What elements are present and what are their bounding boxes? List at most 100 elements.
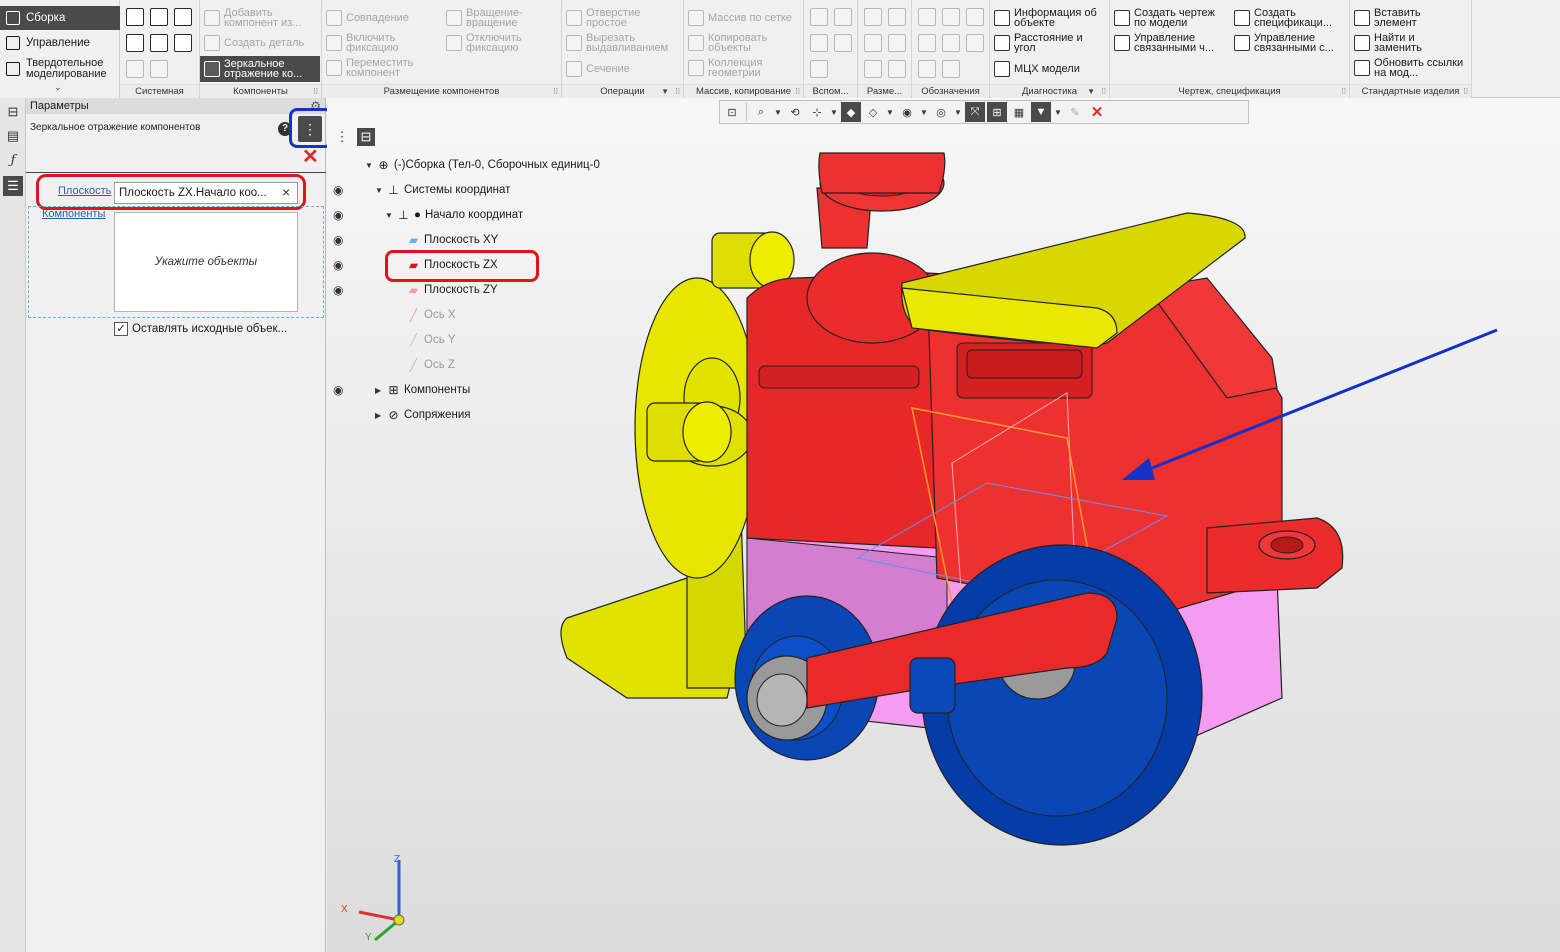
tree-mates[interactable]: ▶ ⊘ Сопряжения	[375, 406, 471, 424]
mark-icon[interactable]	[966, 34, 984, 52]
roughness-icon[interactable]	[918, 8, 936, 26]
disable-fix-button[interactable]: Отключить фиксацию	[446, 33, 558, 53]
visibility-eye-icon[interactable]: ◉	[333, 383, 343, 397]
mode-solid-modeling[interactable]: Твердотельное моделирование	[0, 56, 120, 82]
rotate-view-icon[interactable]: ⟲	[785, 102, 805, 122]
enable-fix-button[interactable]: Включить фиксацию	[326, 33, 438, 53]
add-component-button[interactable]: Добавить компонент из...	[204, 8, 320, 28]
angle-dim-icon[interactable]	[888, 8, 906, 26]
grid-array-button[interactable]: Массив по сетке	[688, 10, 792, 26]
insert-element-button[interactable]: Вставить элемент	[1354, 8, 1470, 28]
mass-properties-button[interactable]: МЦХ модели	[994, 61, 1080, 77]
orientation-dropdown-icon[interactable]: ▼	[829, 102, 839, 122]
zoom-window-icon[interactable]: ⌕	[751, 102, 771, 122]
model-tree-icon[interactable]: ⊟	[3, 102, 23, 122]
plane-label-link[interactable]: Плоскость	[58, 185, 111, 197]
model-viewport[interactable]: Z X Y ⊡ ⌕ ▼ ⟲ ⊹ ▼ ◆ ◇ ▼ ◉ ▼ ◎ ▼ ⤧ ⊞ ▦ ▼ …	[327, 98, 1560, 952]
geometry-collection-button[interactable]: Коллекция геометрии	[688, 58, 800, 78]
preview-icon[interactable]	[150, 34, 168, 52]
visibility-dropdown-icon[interactable]: ▼	[919, 102, 929, 122]
variables-fx-icon[interactable]: ƒ	[3, 150, 23, 170]
update-links-button[interactable]: Обновить ссылки на мод...	[1354, 58, 1472, 78]
manage-linked-spec-button[interactable]: Управление связанными с...	[1234, 33, 1348, 53]
position-icon[interactable]	[942, 34, 960, 52]
keep-originals-checkbox[interactable]: ✓ Оставлять исходные объек...	[114, 322, 287, 336]
weld-icon[interactable]	[918, 60, 936, 78]
tree-coord-systems[interactable]: ▼ ⊥ Системы координат	[375, 181, 510, 199]
save-all-icon[interactable]	[174, 34, 192, 52]
mode-assembly[interactable]: Сборка	[0, 6, 120, 30]
aux-cs-icon[interactable]	[834, 34, 852, 52]
close-view-icon[interactable]: ✕	[1087, 102, 1107, 122]
text-note-icon[interactable]	[942, 60, 960, 78]
find-replace-button[interactable]: Найти и заменить	[1354, 33, 1470, 53]
parameters-icon[interactable]: ☰	[3, 176, 23, 196]
aux-point-icon[interactable]	[810, 34, 828, 52]
visibility-eye-icon[interactable]: ◉	[333, 208, 343, 222]
shaded-view-icon[interactable]: ◆	[841, 102, 861, 122]
tree-structure-icon[interactable]: ⋮	[333, 128, 351, 146]
visibility-eye-icon[interactable]: ◉	[333, 183, 343, 197]
new-document-icon[interactable]	[126, 8, 144, 26]
wireframe-view-icon[interactable]: ◇	[863, 102, 883, 122]
visibility-eye-icon[interactable]: ◉	[333, 233, 343, 247]
visibility-eye-icon[interactable]: ◉	[333, 258, 343, 272]
tree-hierarchy-icon[interactable]: ⊟	[357, 128, 375, 146]
leader-icon[interactable]	[918, 34, 936, 52]
print-icon[interactable]	[126, 34, 144, 52]
mode-management[interactable]: Управление	[0, 31, 120, 55]
undo-icon[interactable]	[126, 60, 144, 78]
components-list[interactable]: Укажите объекты	[114, 212, 298, 312]
tolerance-icon[interactable]	[966, 8, 984, 26]
edit-disabled-icon[interactable]: ✎	[1065, 102, 1085, 122]
manage-linked-drawings-button[interactable]: Управление связанными ч...	[1114, 33, 1230, 53]
open-folder-icon[interactable]	[150, 8, 168, 26]
camera-dropdown-icon[interactable]: ▼	[953, 102, 963, 122]
create-drawing-button[interactable]: Создать чертеж по модели	[1114, 8, 1230, 28]
move-component-button[interactable]: Переместить компонент	[326, 58, 438, 78]
cut-extrude-button[interactable]: Вырезать выдавливанием	[566, 33, 684, 53]
cancel-command-icon[interactable]: ✕	[302, 147, 319, 167]
tree-root[interactable]: ▼ ⊕ (-)Сборка (Тел-0, Сборочных единиц-0	[365, 156, 614, 174]
distance-angle-button[interactable]: Расстояние и угол	[994, 33, 1108, 53]
visibility-icon[interactable]: ◉	[897, 102, 917, 122]
constraints-icon[interactable]: ⤧	[965, 102, 985, 122]
leader-dim-icon[interactable]	[888, 60, 906, 78]
tree-plane-xy[interactable]: ▰ Плоскость XY	[407, 231, 498, 249]
tree-plane-zy[interactable]: ▰ Плоскость ZY	[407, 281, 498, 299]
copy-objects-button[interactable]: Копировать объекты	[688, 33, 800, 53]
plane-field[interactable]: Плоскость ZX.Начало коо...	[114, 182, 298, 204]
create-part-button[interactable]: Создать деталь	[204, 35, 320, 51]
components-label-link[interactable]: Компоненты	[42, 208, 105, 220]
base-icon[interactable]	[942, 8, 960, 26]
layers-icon[interactable]: ▦	[1009, 102, 1029, 122]
aux-plane-icon[interactable]	[810, 8, 828, 26]
create-spec-button[interactable]: Создать спецификаци...	[1234, 8, 1348, 28]
radial-dim-icon[interactable]	[864, 34, 882, 52]
section-button[interactable]: Сечение	[566, 61, 630, 77]
redo-icon[interactable]	[150, 60, 168, 78]
rotation-rotation-button[interactable]: Вращение-вращение	[446, 8, 558, 28]
tree-plane-zx[interactable]: ▰ Плоскость ZX	[407, 256, 498, 274]
clear-plane-icon[interactable]: ×	[282, 184, 290, 200]
camera-icon[interactable]: ◎	[931, 102, 951, 122]
object-info-button[interactable]: Информация об объекте	[994, 8, 1108, 28]
filter-dropdown-icon[interactable]: ▼	[1053, 102, 1063, 122]
zoom-dropdown-icon[interactable]: ▼	[773, 102, 783, 122]
tree-components[interactable]: ▶ ⊞ Компоненты	[375, 381, 470, 399]
mirror-components-button[interactable]: Зеркальное отражение ко...	[200, 56, 320, 82]
zoom-all-icon[interactable]: ⊡	[722, 102, 742, 122]
coincidence-button[interactable]: Совпадение	[326, 10, 409, 26]
arc-dim-icon[interactable]	[864, 60, 882, 78]
snap-icon[interactable]: ⊞	[987, 102, 1007, 122]
diameter-dim-icon[interactable]	[888, 34, 906, 52]
linear-dim-icon[interactable]	[864, 8, 882, 26]
locomotive-model[interactable]	[327, 98, 1560, 952]
simple-hole-button[interactable]: Отверстие простое	[566, 8, 682, 28]
orientation-icon[interactable]: ⊹	[807, 102, 827, 122]
aux-axis-icon[interactable]	[834, 8, 852, 26]
filter-icon[interactable]: ▼	[1031, 102, 1051, 122]
visibility-eye-icon[interactable]: ◉	[333, 283, 343, 297]
aux-line-icon[interactable]	[810, 60, 828, 78]
tree-origin[interactable]: ▼ ⊥ ● Начало координат	[385, 206, 523, 224]
